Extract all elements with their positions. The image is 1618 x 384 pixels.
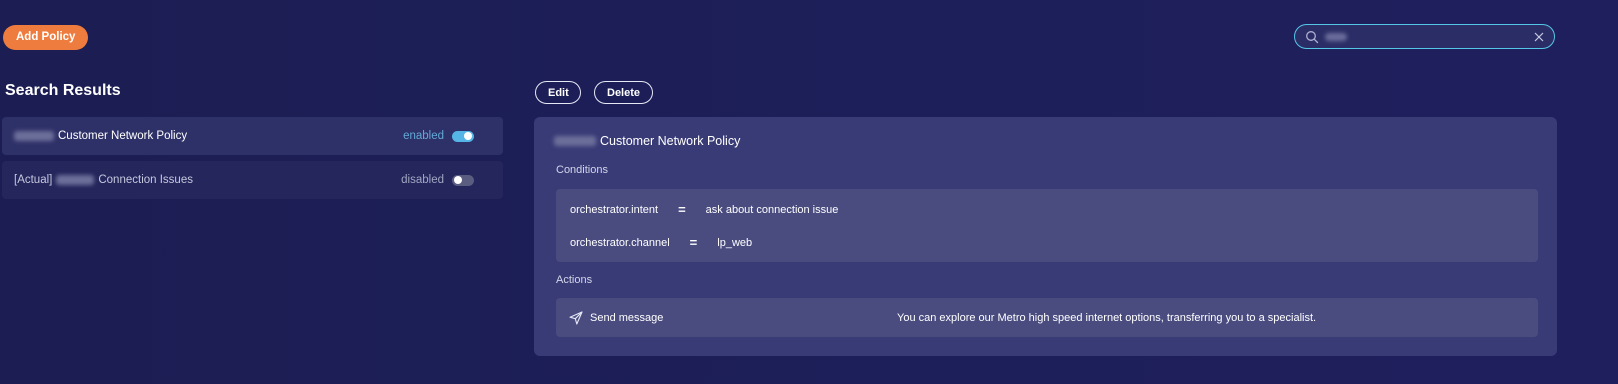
search-input[interactable] — [1294, 24, 1555, 49]
action-type: Send message — [590, 312, 664, 324]
search-query-redacted — [1325, 32, 1347, 41]
condition-key: orchestrator.intent — [570, 203, 659, 216]
edit-button[interactable]: Edit — [535, 81, 581, 104]
condition-value: ask about connection issue — [705, 203, 839, 216]
condition-operator: = — [689, 235, 698, 250]
policy-detail-panel: Customer Network Policy Conditions orche… — [534, 117, 1557, 356]
action-row: Send message You can explore our Metro h… — [556, 298, 1538, 337]
actions-label: Actions — [556, 274, 593, 286]
condition-key: orchestrator.channel — [570, 236, 670, 249]
conditions-label: Conditions — [556, 164, 608, 176]
policy-detail-title: Customer Network Policy — [554, 134, 740, 148]
action-message: You can explore our Metro high speed int… — [897, 312, 1317, 324]
toggle-knob — [454, 176, 462, 184]
policy-list-item[interactable]: [Actual] Connection Issues disabled — [2, 161, 503, 199]
condition-row: orchestrator.intent = ask about connecti… — [570, 202, 838, 217]
policy-name: Customer Network Policy — [58, 130, 188, 142]
policy-name: Connection Issues — [98, 174, 193, 186]
status-label: disabled — [401, 174, 444, 186]
enabled-toggle[interactable] — [452, 130, 474, 142]
redacted-text — [56, 175, 95, 185]
close-icon[interactable] — [1534, 32, 1544, 42]
condition-operator: = — [678, 202, 686, 217]
redacted-text — [14, 131, 54, 141]
send-icon — [569, 311, 583, 325]
search-results-title: Search Results — [5, 82, 121, 99]
search-icon — [1306, 30, 1319, 43]
policy-list-item[interactable]: Customer Network Policy enabled — [2, 117, 503, 155]
policy-prefix: [Actual] — [14, 174, 53, 186]
status-label: enabled — [403, 130, 444, 142]
condition-row: orchestrator.channel = lp_web — [570, 235, 752, 250]
condition-value: lp_web — [717, 236, 753, 249]
enabled-toggle[interactable] — [452, 174, 474, 186]
policy-detail-name: Customer Network Policy — [600, 134, 741, 148]
toggle-knob — [464, 132, 472, 140]
delete-button[interactable]: Delete — [594, 81, 653, 104]
add-policy-button[interactable]: Add Policy — [3, 25, 89, 50]
redacted-text — [554, 136, 596, 146]
conditions-box: orchestrator.intent = ask about connecti… — [556, 189, 1538, 262]
